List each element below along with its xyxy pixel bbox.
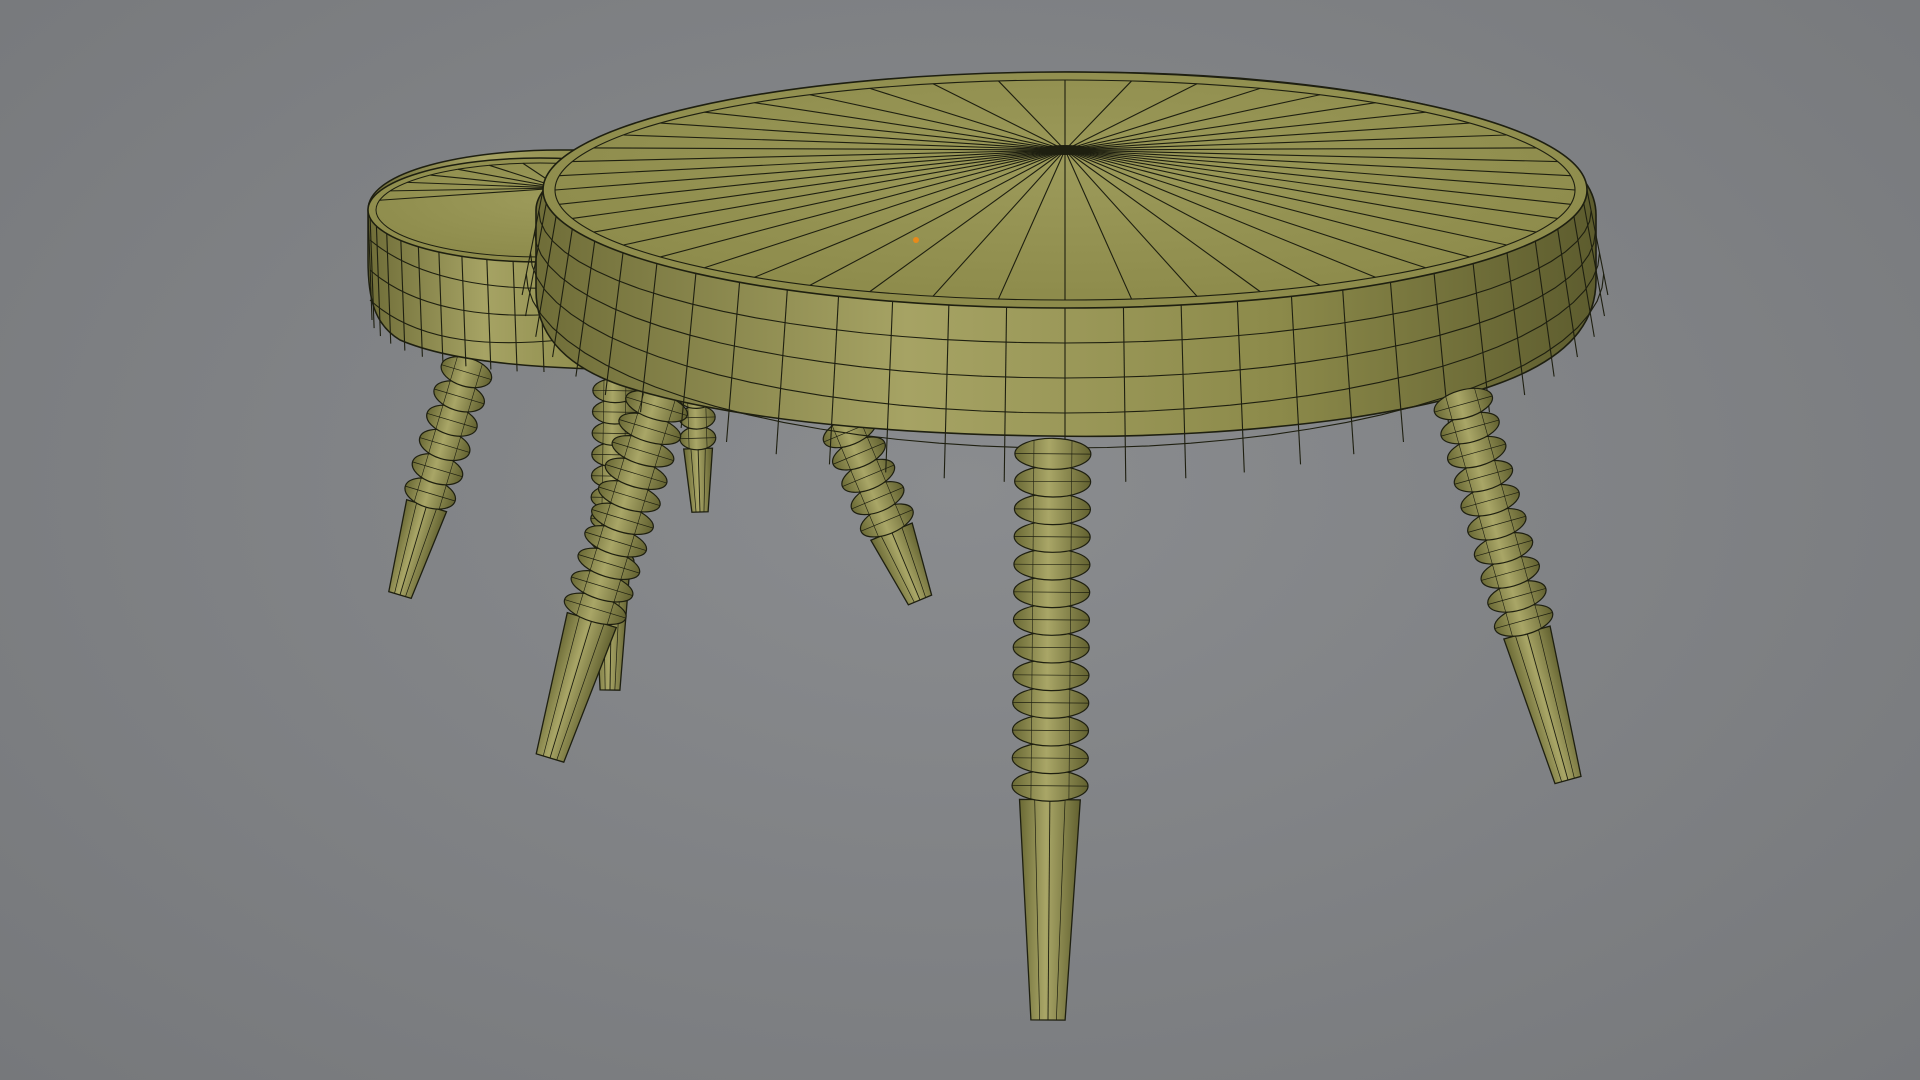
object-origin-marker (913, 237, 919, 243)
3d-viewport[interactable] (0, 0, 1920, 1080)
table-leg (388, 356, 493, 600)
table-leg (1011, 437, 1092, 1021)
large-table-legs (535, 390, 933, 763)
table-leg (1433, 387, 1582, 785)
large-table-front-legs (1011, 387, 1582, 1021)
table-leg (822, 414, 933, 606)
scene-canvas[interactable] (0, 0, 1920, 1080)
